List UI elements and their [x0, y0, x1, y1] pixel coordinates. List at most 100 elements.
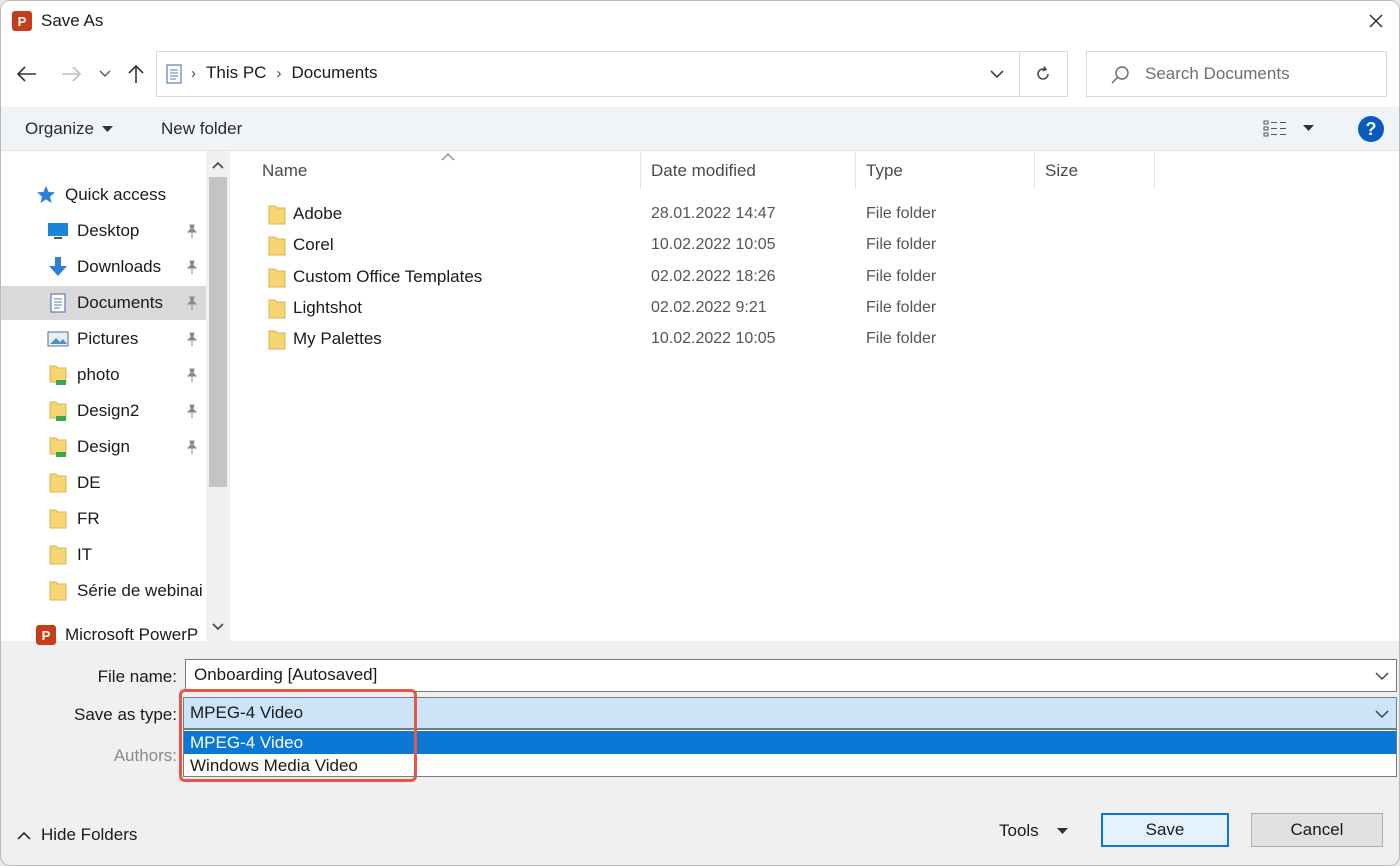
pin-icon	[184, 331, 200, 347]
column-header-type[interactable]: Type	[866, 161, 903, 181]
file-date: 28.01.2022 14:47	[651, 205, 776, 222]
download-icon	[47, 256, 69, 278]
save-button[interactable]: Save	[1101, 813, 1229, 847]
table-row[interactable]: Custom Office Templates 02.02.2022 18:26 F…	[261, 263, 1161, 293]
divider	[1019, 52, 1020, 96]
change-view-button[interactable]	[1263, 119, 1314, 137]
file-type: File folder	[866, 298, 937, 316]
tools-button[interactable]: Tools	[999, 821, 1068, 841]
desktop-icon	[47, 220, 69, 242]
hide-folders-button[interactable]: Hide Folders	[17, 825, 137, 845]
chevron-down-icon	[1375, 671, 1389, 680]
file-date: 02.02.2022 9:21	[651, 298, 767, 316]
command-bar: Organize New folder	[1, 107, 1399, 151]
sidebar-item-it[interactable]: IT	[1, 538, 206, 572]
column-divider[interactable]	[855, 151, 856, 189]
option-windows-media-video[interactable]: Windows Media Video	[184, 754, 1396, 777]
sidebar-item-label: Design	[77, 437, 130, 456]
scroll-up-button[interactable]	[206, 155, 230, 175]
chevron-up-icon	[17, 831, 31, 840]
column-header-name[interactable]: Name	[262, 161, 307, 181]
folder-icon	[267, 329, 287, 351]
column-divider[interactable]	[640, 151, 641, 189]
breadcrumb-this-pc[interactable]: This PC	[206, 63, 266, 83]
save-as-type-dropdown-button[interactable]	[1372, 704, 1392, 724]
option-mpeg4-video[interactable]: MPEG-4 Video	[184, 731, 1396, 754]
window-title: Save As	[41, 11, 104, 30]
sidebar-item-s-rie-de-webinai[interactable]: Série de webinai	[1, 574, 206, 608]
sidebar-item-documents[interactable]: Documents	[1, 286, 206, 320]
folder-icon	[267, 235, 287, 257]
sidebar-item-downloads[interactable]: Downloads	[1, 250, 206, 284]
table-row[interactable]: Lightshot 02.02.2022 9:21 File folder	[261, 294, 1161, 324]
sidebar-item-de[interactable]: DE	[1, 466, 206, 500]
svg-text:P: P	[18, 14, 27, 29]
search-box[interactable]	[1086, 51, 1387, 97]
scroll-down-button[interactable]	[206, 617, 230, 637]
column-header-size[interactable]: Size	[1045, 161, 1078, 181]
search-input[interactable]	[1145, 60, 1375, 88]
save-as-type-options: MPEG-4 Video Windows Media Video	[183, 729, 1397, 777]
pin-icon	[184, 259, 200, 275]
chevron-down-icon	[1375, 709, 1389, 718]
folder-shared-icon	[47, 364, 69, 386]
file-name-dropdown-button[interactable]	[1372, 666, 1392, 686]
folder-icon	[267, 204, 287, 226]
pin-icon	[184, 223, 200, 239]
svg-text:P: P	[42, 628, 51, 643]
save-as-type-select[interactable]: MPEG-4 Video	[183, 697, 1397, 729]
up-button[interactable]	[122, 62, 150, 86]
sidebar-item-pictures[interactable]: Pictures	[1, 322, 206, 356]
file-name-field[interactable]: Onboarding [Autosaved]	[185, 659, 1397, 692]
nav-scrollbar[interactable]	[206, 151, 230, 641]
new-folder-button[interactable]: New folder	[161, 119, 242, 139]
sidebar-item-quick-access[interactable]: Quick access	[1, 178, 206, 212]
address-dropdown-button[interactable]	[985, 62, 1009, 86]
caret-down-icon	[1303, 124, 1314, 131]
arrow-right-icon	[62, 66, 82, 82]
sidebar-item-label: Design2	[77, 401, 140, 420]
sidebar-item-desktop[interactable]: Desktop	[1, 214, 206, 248]
file-name-label: File name:	[97, 667, 177, 686]
folder-shared-icon	[47, 400, 69, 422]
new-folder-label: New folder	[161, 119, 243, 138]
column-divider[interactable]	[1034, 151, 1035, 189]
file-date: 02.02.2022 18:26	[651, 267, 776, 285]
sidebar-item-label: IT	[77, 545, 93, 564]
caret-down-icon	[101, 125, 113, 132]
powerpoint-icon: P	[35, 624, 57, 646]
navigation-pane: Quick access Desktop Downloads Documents Pic…	[1, 151, 231, 645]
breadcrumb-separator: ›	[276, 64, 282, 82]
sidebar-item-fr[interactable]: FR	[1, 502, 206, 536]
table-row[interactable]: Adobe 28.01.2022 14:47 File folder	[261, 200, 1161, 230]
breadcrumb-documents[interactable]: Documents	[291, 63, 377, 83]
sidebar-item-label: Documents	[77, 293, 163, 312]
column-header-date[interactable]: Date modified	[651, 161, 756, 181]
scroll-thumb[interactable]	[209, 177, 227, 487]
back-button[interactable]	[13, 62, 41, 86]
help-button[interactable]: ?	[1358, 116, 1384, 142]
save-as-type-label: Save as type:	[73, 705, 177, 724]
table-row[interactable]: Corel 10.02.2022 10:05 File folder	[261, 231, 1161, 261]
recent-locations-button[interactable]	[93, 62, 117, 86]
cancel-button[interactable]: Cancel	[1251, 813, 1383, 847]
forward-button[interactable]	[57, 62, 85, 86]
sidebar-item-photo[interactable]: photo	[1, 358, 206, 392]
table-row[interactable]: My Palettes 10.02.2022 10:05 File folder	[261, 325, 1161, 355]
organize-button[interactable]: Organize	[25, 119, 113, 139]
navigation-bar: › This PC › Documents	[1, 41, 1399, 107]
sort-ascending-icon	[441, 153, 455, 161]
sidebar-item-design2[interactable]: Design2	[1, 394, 206, 428]
address-bar[interactable]: › This PC › Documents	[156, 51, 1068, 97]
refresh-button[interactable]	[1029, 62, 1057, 86]
document-icon	[47, 292, 69, 314]
save-as-dialog: P Save As › This PC › Documents Search D…	[0, 0, 1400, 866]
sidebar-item-design[interactable]: Design	[1, 430, 206, 464]
sidebar-item-microsoft-powerp[interactable]: P Microsoft PowerP	[1, 618, 206, 652]
file-name-value: Onboarding [Autosaved]	[194, 665, 378, 684]
column-divider[interactable]	[1154, 151, 1155, 189]
close-button[interactable]	[1353, 1, 1399, 41]
pin-icon	[184, 367, 200, 383]
folder-shared-icon	[47, 436, 69, 458]
tools-label: Tools	[999, 821, 1039, 840]
